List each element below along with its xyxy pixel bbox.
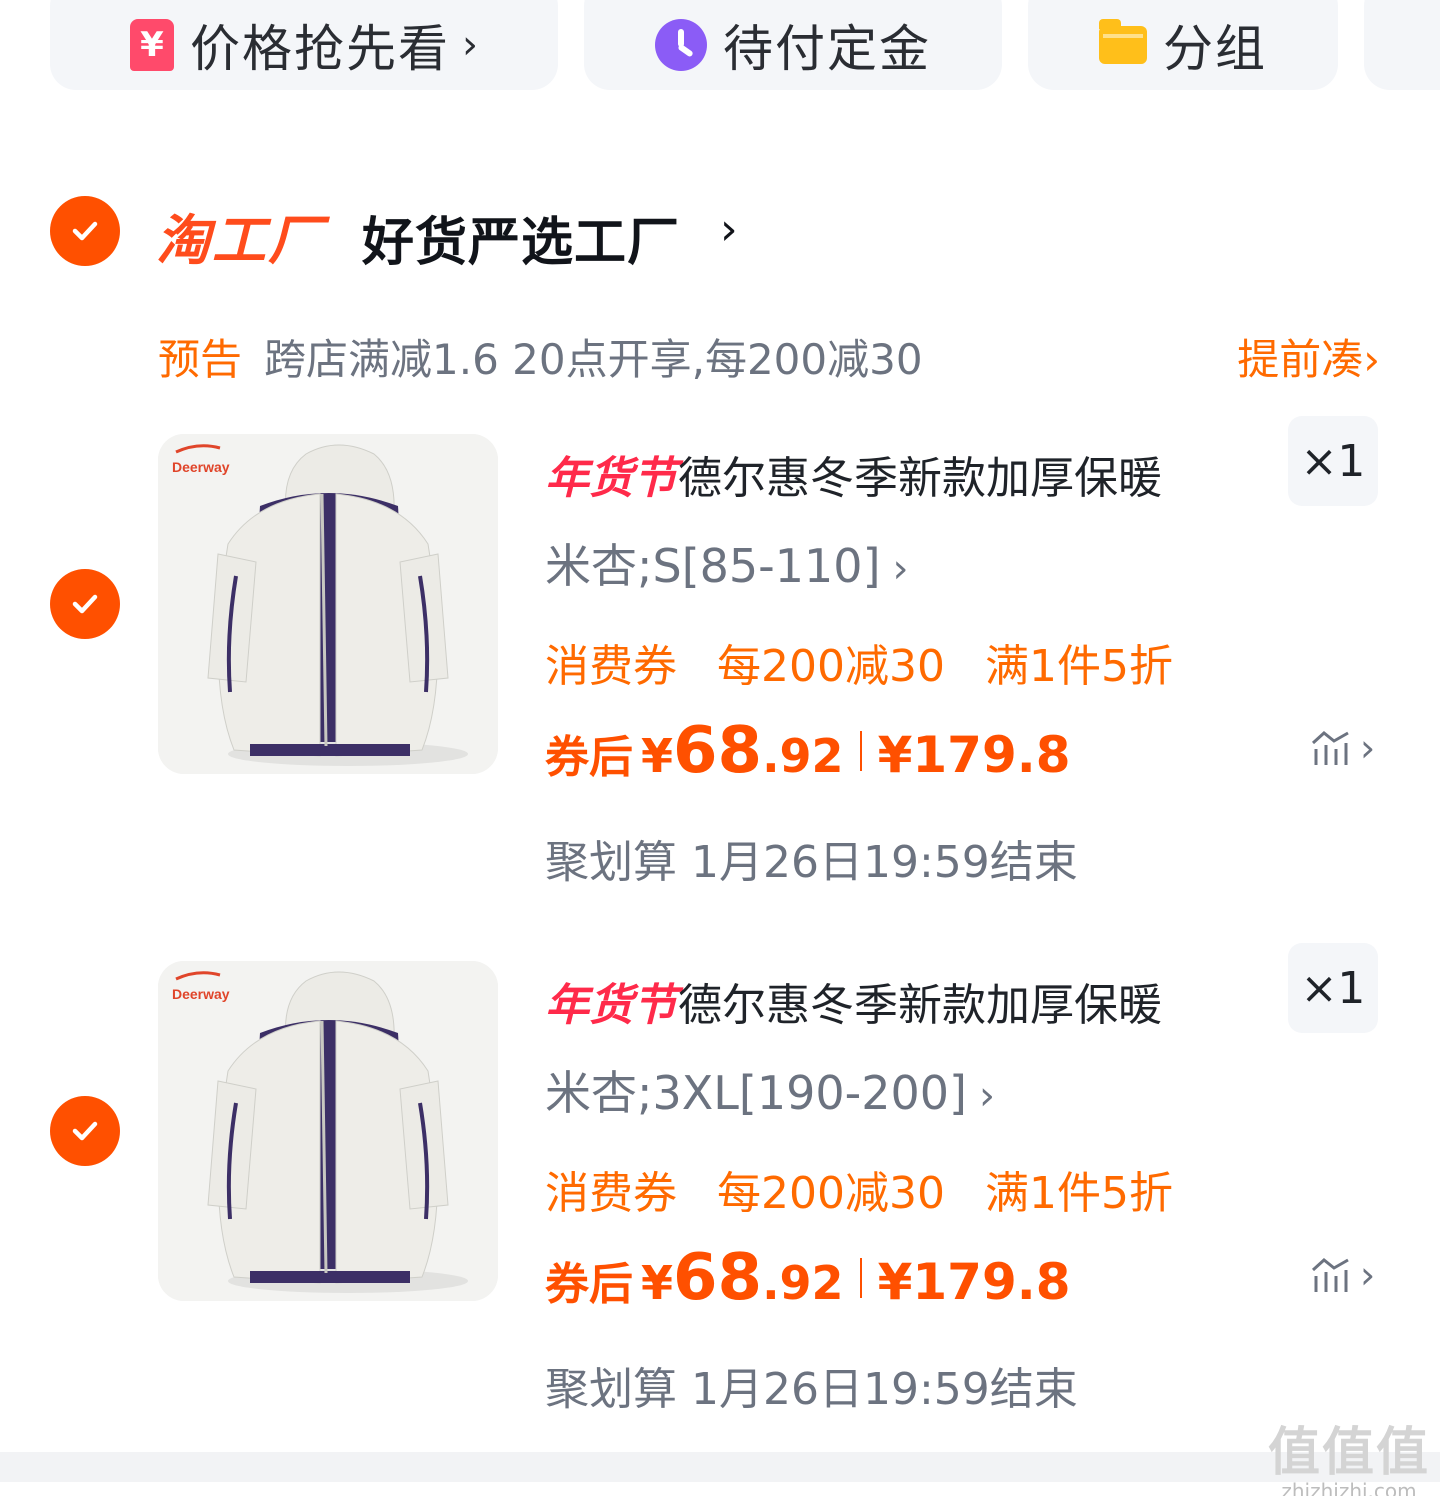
coupon-badge: 消费券 [545, 1168, 677, 1219]
price-label: 券后 [545, 732, 633, 783]
store-brand-logo: 淘工厂 [156, 209, 324, 272]
currency-symbol: ¥ [641, 729, 674, 783]
price-row: 券后 ¥ 68 .92 ¥179.8 [545, 1241, 1071, 1315]
site-watermark: 值值值 zhizhizhi.com [1268, 1410, 1430, 1496]
cart-item: Deerway 年货节 德尔惠冬季新款加厚保暖 ×1 米杏;S[85-110] ›… [0, 416, 1440, 934]
original-price: ¥179.8 [877, 1253, 1071, 1311]
thumb-brand: Deerway [172, 459, 230, 475]
coupon-badge: 每200减30 [717, 1168, 945, 1219]
filter-chip-label: 待付定金 [723, 20, 931, 78]
coupon-list: 消费券 每200减30 满1件5折 [545, 630, 1173, 694]
price-label: 券后 [545, 1259, 633, 1310]
product-title[interactable]: 德尔惠冬季新款加厚保暖 [678, 442, 1162, 506]
watermark-glyphs: 值值值 [1267, 1423, 1430, 1483]
festival-tag: 年货节 [545, 980, 677, 1031]
sku-label: 米杏;S[85-110] [545, 539, 881, 593]
promo-tag: 预告 [158, 335, 243, 384]
coupon-badge: 满1件5折 [984, 1168, 1173, 1219]
price-trend-icon [1311, 731, 1349, 765]
chevron-right-icon: › [892, 546, 909, 592]
price-divider [859, 1258, 862, 1298]
filter-chip-more[interactable] [1364, 0, 1440, 90]
sku-selector[interactable]: 米杏;3XL[190-200] › [545, 1057, 995, 1123]
product-thumbnail[interactable]: Deerway [158, 434, 498, 774]
watermark-url: zhizhizhi.com [1281, 1479, 1417, 1496]
sku-selector[interactable]: 米杏;S[85-110] › [545, 530, 909, 596]
jacket-image: Deerway [158, 961, 498, 1301]
filter-chip-label: 价格抢先看 [190, 20, 450, 78]
promo-action-label: 提前凑 [1237, 335, 1364, 384]
chevron-right-icon: › [1360, 726, 1376, 770]
festival-tag: 年货节 [545, 453, 677, 504]
price-trend-button[interactable]: › [1310, 726, 1375, 770]
filter-chip-price-preview[interactable]: ¥ 价格抢先看 › [50, 0, 558, 90]
section-divider [0, 1452, 1440, 1482]
product-thumbnail[interactable]: Deerway [158, 961, 498, 1301]
product-title[interactable]: 德尔惠冬季新款加厚保暖 [678, 969, 1162, 1033]
store-select-checkbox[interactable] [50, 196, 120, 266]
currency-symbol: ¥ [641, 1256, 674, 1310]
deal-deadline: 聚划算 1月26日19:59结束 [545, 837, 1078, 888]
checkmark-icon [72, 221, 98, 241]
quantity-button[interactable]: ×1 [1288, 416, 1378, 506]
chevron-right-icon: › [1360, 1253, 1376, 1297]
clock-icon [655, 19, 707, 71]
thumb-brand: Deerway [172, 986, 230, 1002]
filter-chip-pending-deposit[interactable]: 待付定金 [584, 0, 1002, 90]
store-name-link[interactable]: 好货严选工厂 [362, 200, 680, 275]
filter-chip-group[interactable]: 分组 [1028, 0, 1338, 90]
original-price: ¥179.8 [877, 726, 1071, 784]
price-integer: 68 [673, 714, 763, 788]
jacket-image: Deerway [158, 434, 498, 774]
promo-text: 跨店满减1.6 20点开享,每200减30 [264, 335, 923, 384]
folder-icon [1099, 19, 1147, 64]
price-trend-icon [1311, 1258, 1349, 1292]
price-integer: 68 [673, 1241, 763, 1315]
price-trend-button[interactable]: › [1310, 1253, 1375, 1297]
chevron-right-icon: › [979, 1073, 995, 1119]
chevron-right-icon: › [462, 22, 478, 68]
coupon-badge: 满1件5折 [984, 641, 1173, 692]
deal-deadline: 聚划算 1月26日19:59结束 [545, 1364, 1078, 1415]
price-tag-icon: ¥ [130, 19, 174, 71]
price-row: 券后 ¥ 68 .92 ¥179.8 [545, 714, 1071, 788]
promo-add-more-link[interactable]: 提前凑› [1237, 326, 1380, 387]
price-divider [859, 731, 862, 771]
filter-chip-label: 分组 [1163, 20, 1267, 78]
coupon-badge: 消费券 [545, 641, 677, 692]
chevron-right-icon[interactable]: › [720, 204, 738, 255]
cart-item: Deerway 年货节 德尔惠冬季新款加厚保暖 ×1 米杏;3XL[190-20… [0, 943, 1440, 1461]
quantity-button[interactable]: ×1 [1288, 943, 1378, 1033]
price-decimal: .92 [762, 729, 844, 783]
coupon-list: 消费券 每200减30 满1件5折 [545, 1157, 1173, 1221]
price-decimal: .92 [762, 1256, 844, 1310]
sku-label: 米杏;3XL[190-200] [545, 1066, 967, 1120]
coupon-badge: 每200减30 [717, 641, 945, 692]
chevron-right-icon: › [1363, 335, 1380, 384]
